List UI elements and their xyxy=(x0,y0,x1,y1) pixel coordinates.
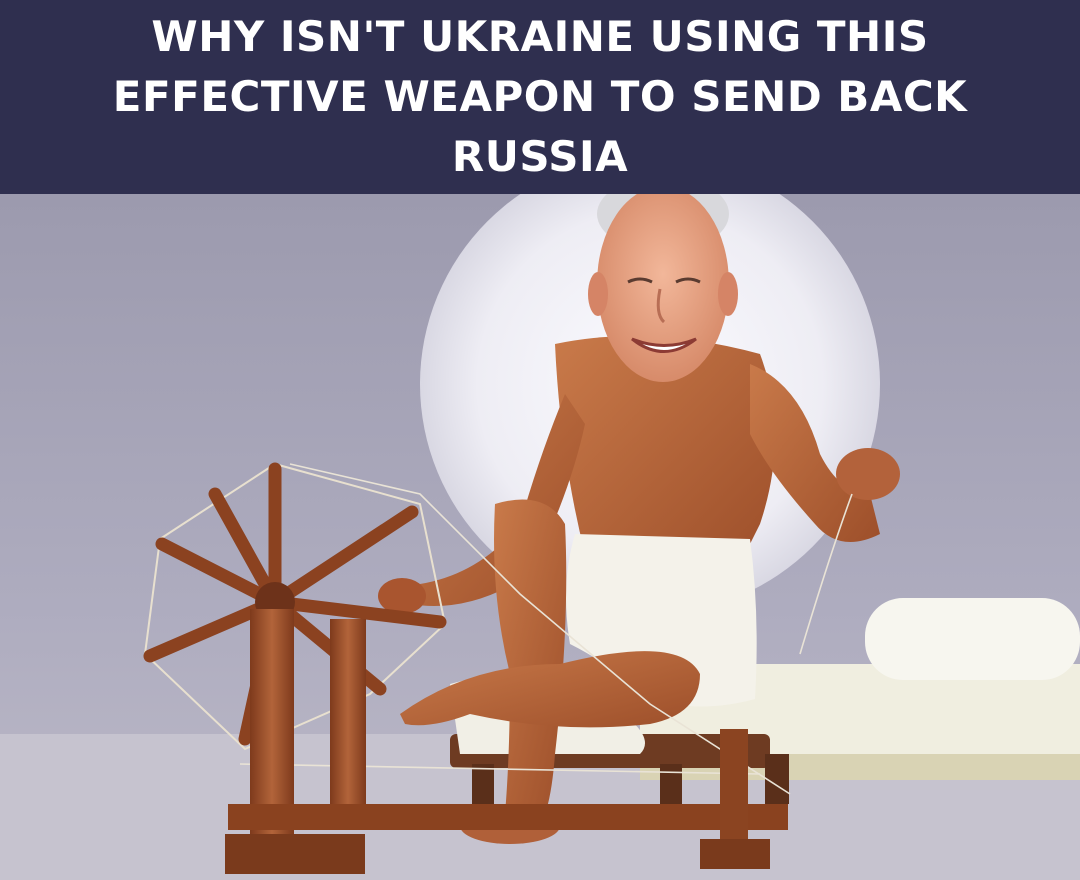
caption-bar: WHY ISN'T UKRAINE USING THIS EFFECTIVE W… xyxy=(0,0,1080,194)
photo-scene xyxy=(0,194,1080,880)
photo-illustration xyxy=(0,194,1080,880)
spindle-post xyxy=(720,729,748,849)
caption-text: WHY ISN'T UKRAINE USING THIS EFFECTIVE W… xyxy=(112,12,968,181)
right-hand xyxy=(836,448,900,500)
bolster-pillow xyxy=(865,598,1080,680)
meme-image: WHY ISN'T UKRAINE USING THIS EFFECTIVE W… xyxy=(0,0,1080,880)
left-hand xyxy=(378,578,426,614)
face xyxy=(597,194,729,382)
